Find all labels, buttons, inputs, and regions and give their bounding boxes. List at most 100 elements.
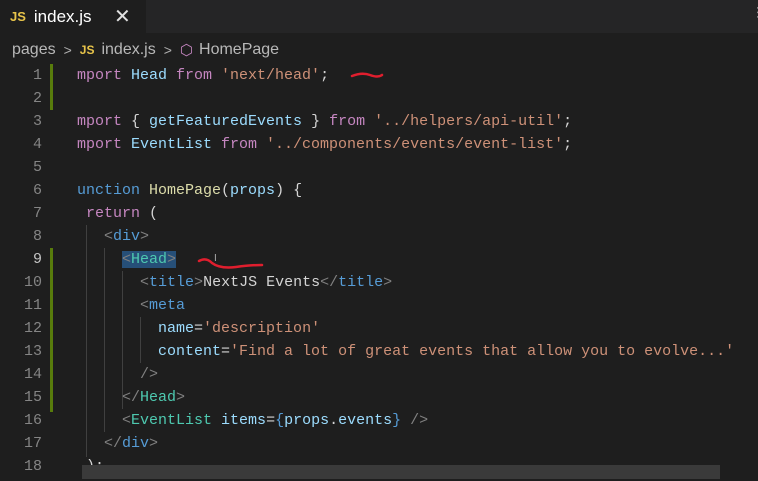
- breadcrumb-symbol[interactable]: HomePage: [199, 41, 279, 59]
- line-number: 12: [23, 320, 42, 337]
- code-token: mport: [77, 113, 132, 130]
- breadcrumb-file[interactable]: index.js: [101, 41, 155, 59]
- close-icon[interactable]: ✕: [114, 4, 131, 29]
- code-token: {: [275, 412, 285, 429]
- code-token: =: [194, 320, 204, 337]
- code-token: name: [158, 320, 195, 337]
- code-token: props: [284, 412, 330, 429]
- line-number: 6: [32, 182, 42, 199]
- code-token: unction: [77, 182, 150, 199]
- code-token: <: [104, 228, 114, 245]
- code-line[interactable]: 5: [0, 156, 758, 179]
- code-token: >: [167, 251, 177, 268]
- code-token: <: [140, 297, 150, 314]
- code-token: </: [122, 389, 141, 406]
- code-line[interactable]: 16 <EventList items={props.events} />: [0, 409, 758, 432]
- line-number: 9: [32, 251, 42, 268]
- code-token: meta: [149, 297, 186, 314]
- code-token: ) {: [275, 182, 303, 199]
- code-token: events: [338, 412, 393, 429]
- code-token: HomePage: [149, 182, 222, 199]
- code-token: <: [122, 412, 132, 429]
- line-number: 3: [32, 113, 42, 130]
- code-token: {: [131, 113, 150, 130]
- code-text: content='Find a lot of great events that…: [77, 340, 734, 363]
- code-line[interactable]: 11 <meta: [0, 294, 758, 317]
- symbol-method-icon: ⬡: [179, 42, 194, 59]
- line-number: 13: [23, 343, 42, 360]
- code-token: (: [221, 182, 231, 199]
- line-number: 10: [23, 274, 42, 291]
- code-token: 'Find a lot of great events that allow y…: [230, 343, 735, 360]
- code-token: />: [401, 412, 429, 429]
- code-token: 'next/head': [221, 67, 321, 84]
- code-token: >: [176, 389, 186, 406]
- code-line[interactable]: 2: [0, 87, 758, 110]
- code-editor[interactable]: 1 mport Head from 'next/head'; 2 3 mport { g…: [0, 64, 758, 481]
- code-token: NextJS Events: [203, 274, 321, 291]
- line-number: 15: [23, 389, 42, 406]
- line-number: 5: [32, 159, 42, 176]
- line-number: 14: [23, 366, 42, 383]
- code-token: title: [338, 274, 384, 291]
- code-line[interactable]: 10 <title>NextJS Events</title>: [0, 271, 758, 294]
- code-token: title: [149, 274, 195, 291]
- line-number: 18: [23, 458, 42, 475]
- code-line[interactable]: 13 content='Find a lot of great events t…: [0, 340, 758, 363]
- code-token: Head: [140, 389, 177, 406]
- js-file-icon: JS: [10, 9, 26, 24]
- code-text: </Head>: [77, 386, 185, 409]
- code-line[interactable]: 15 </Head>: [0, 386, 758, 409]
- code-text: mport EventList from '../components/even…: [77, 133, 572, 156]
- breadcrumb-folder[interactable]: pages: [12, 41, 56, 59]
- code-token: '../components/events/event-list': [266, 136, 564, 153]
- tab-index-js[interactable]: JS index.js ✕: [0, 0, 146, 33]
- code-token: Head: [131, 67, 177, 84]
- code-text: <EventList items={props.events} />: [77, 409, 428, 432]
- code-token: .: [329, 412, 339, 429]
- line-number: 1: [32, 67, 42, 84]
- code-token: EventList: [131, 136, 222, 153]
- code-text: mport Head from 'next/head';: [77, 64, 329, 87]
- code-token: ;: [563, 113, 573, 130]
- code-text: return (: [77, 202, 158, 225]
- code-line[interactable]: 6 unction HomePage(props) {: [0, 179, 758, 202]
- js-file-icon: JS: [79, 43, 95, 57]
- code-token: 'description': [203, 320, 321, 337]
- code-token: </: [320, 274, 339, 291]
- code-token: content: [158, 343, 222, 360]
- code-text: />: [77, 363, 158, 386]
- code-token: from: [176, 67, 222, 84]
- code-token: from: [329, 113, 375, 130]
- code-text: <title>NextJS Events</title>: [77, 271, 392, 294]
- code-token: ;: [563, 136, 573, 153]
- annotation-stroke: [197, 258, 264, 269]
- tab-bar: JS index.js ✕ ⫶: [0, 0, 758, 33]
- code-line[interactable]: 7 return (: [0, 202, 758, 225]
- code-line[interactable]: 14 />: [0, 363, 758, 386]
- code-line[interactable]: 9 <Head>: [0, 248, 758, 271]
- code-token: return: [77, 205, 150, 222]
- code-token: items: [221, 412, 267, 429]
- code-text: </div>: [77, 432, 158, 455]
- code-token: }: [302, 113, 330, 130]
- code-token: <: [140, 274, 150, 291]
- code-line[interactable]: 17 </div>: [0, 432, 758, 455]
- code-token: >: [140, 228, 150, 245]
- line-number: 16: [23, 412, 42, 429]
- code-text: unction HomePage(props) {: [77, 179, 302, 202]
- code-line[interactable]: 8 <div>: [0, 225, 758, 248]
- code-token: >: [194, 274, 204, 291]
- code-text: <meta: [77, 294, 185, 317]
- code-line[interactable]: 4 mport EventList from '../components/eve…: [0, 133, 758, 156]
- code-line[interactable]: 3 mport { getFeaturedEvents } from '../he…: [0, 110, 758, 133]
- code-token: =: [221, 343, 231, 360]
- horizontal-scrollbar[interactable]: [82, 465, 720, 479]
- line-number: 2: [32, 90, 42, 107]
- code-line[interactable]: 12 name='description': [0, 317, 758, 340]
